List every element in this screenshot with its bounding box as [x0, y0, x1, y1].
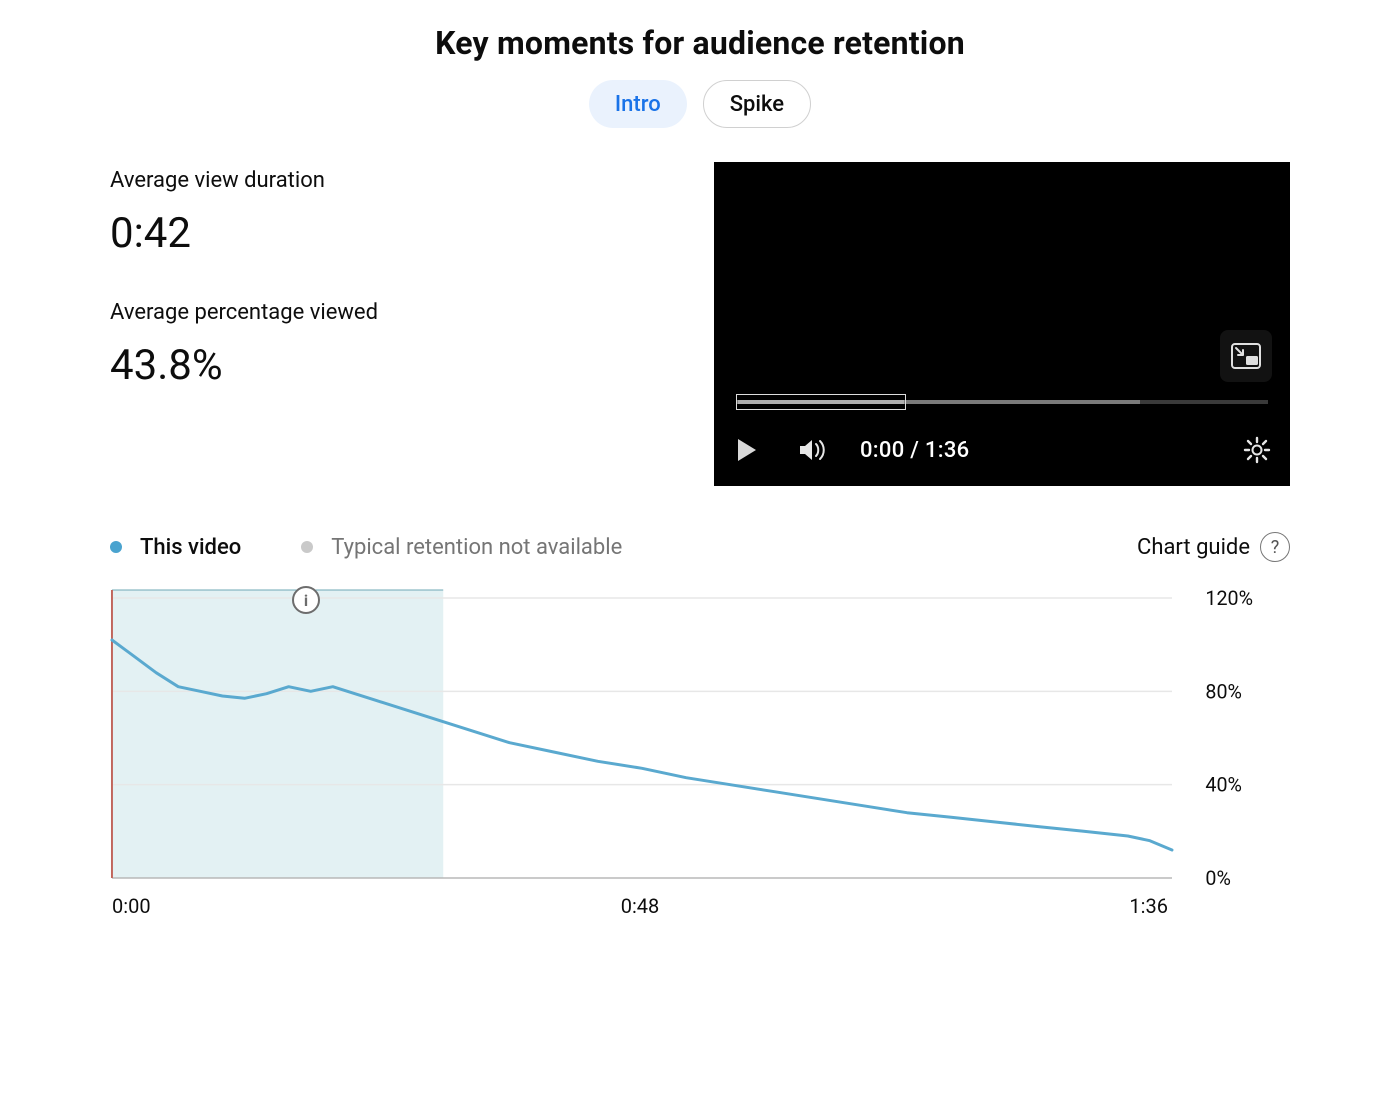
- info-icon[interactable]: i: [292, 586, 320, 614]
- page-title: Key moments for audience retention: [110, 24, 1290, 62]
- avg-percent-viewed-value: 43.8%: [110, 341, 684, 390]
- chart-legend: This video Typical retention not availab…: [110, 532, 1290, 562]
- chart-guide-button[interactable]: Chart guide ?: [1137, 532, 1290, 562]
- y-tick-120: 120%: [1205, 588, 1253, 610]
- progress-selection[interactable]: [736, 394, 906, 410]
- video-time-readout: 0:00 / 1:36: [860, 438, 969, 463]
- video-controls: 0:00 / 1:36: [728, 430, 1276, 470]
- avg-percent-viewed-label: Average percentage viewed: [110, 300, 684, 325]
- x-tick-2: 1:36: [1129, 894, 1168, 918]
- retention-chart[interactable]: i 0% 40% 80% 120% 0:00 0:48 1:36: [110, 588, 1290, 928]
- avg-view-duration-label: Average view duration: [110, 168, 684, 193]
- x-axis-ticks: 0:00 0:48 1:36: [110, 894, 1290, 918]
- moment-type-chips: Intro Spike: [110, 80, 1290, 128]
- video-progress[interactable]: [736, 394, 1268, 410]
- settings-button[interactable]: [1238, 431, 1276, 469]
- avg-view-duration-value: 0:42: [110, 209, 684, 258]
- chip-spike[interactable]: Spike: [703, 80, 811, 128]
- legend-dot-this-video: [110, 541, 122, 553]
- play-icon: [734, 437, 760, 463]
- help-icon: ?: [1260, 532, 1290, 562]
- video-player[interactable]: 0:00 / 1:36: [714, 162, 1290, 486]
- legend-this-video: This video: [140, 535, 241, 560]
- y-tick-0: 0%: [1205, 867, 1230, 888]
- legend-typical-na: Typical retention not available: [331, 535, 622, 560]
- y-tick-80: 80%: [1205, 680, 1242, 703]
- x-tick-0: 0:00: [112, 894, 151, 918]
- pip-icon: [1231, 343, 1261, 369]
- pip-button[interactable]: [1220, 330, 1272, 382]
- volume-icon: [798, 437, 828, 463]
- y-tick-40: 40%: [1205, 774, 1242, 797]
- x-tick-1: 0:48: [621, 894, 660, 918]
- gear-icon: [1243, 436, 1271, 464]
- stats-panel: Average view duration 0:42 Average perce…: [110, 162, 684, 390]
- legend-dot-typical: [301, 541, 313, 553]
- play-button[interactable]: [728, 431, 766, 469]
- chip-intro[interactable]: Intro: [589, 80, 687, 128]
- volume-button[interactable]: [794, 431, 832, 469]
- chart-guide-label: Chart guide: [1137, 535, 1250, 560]
